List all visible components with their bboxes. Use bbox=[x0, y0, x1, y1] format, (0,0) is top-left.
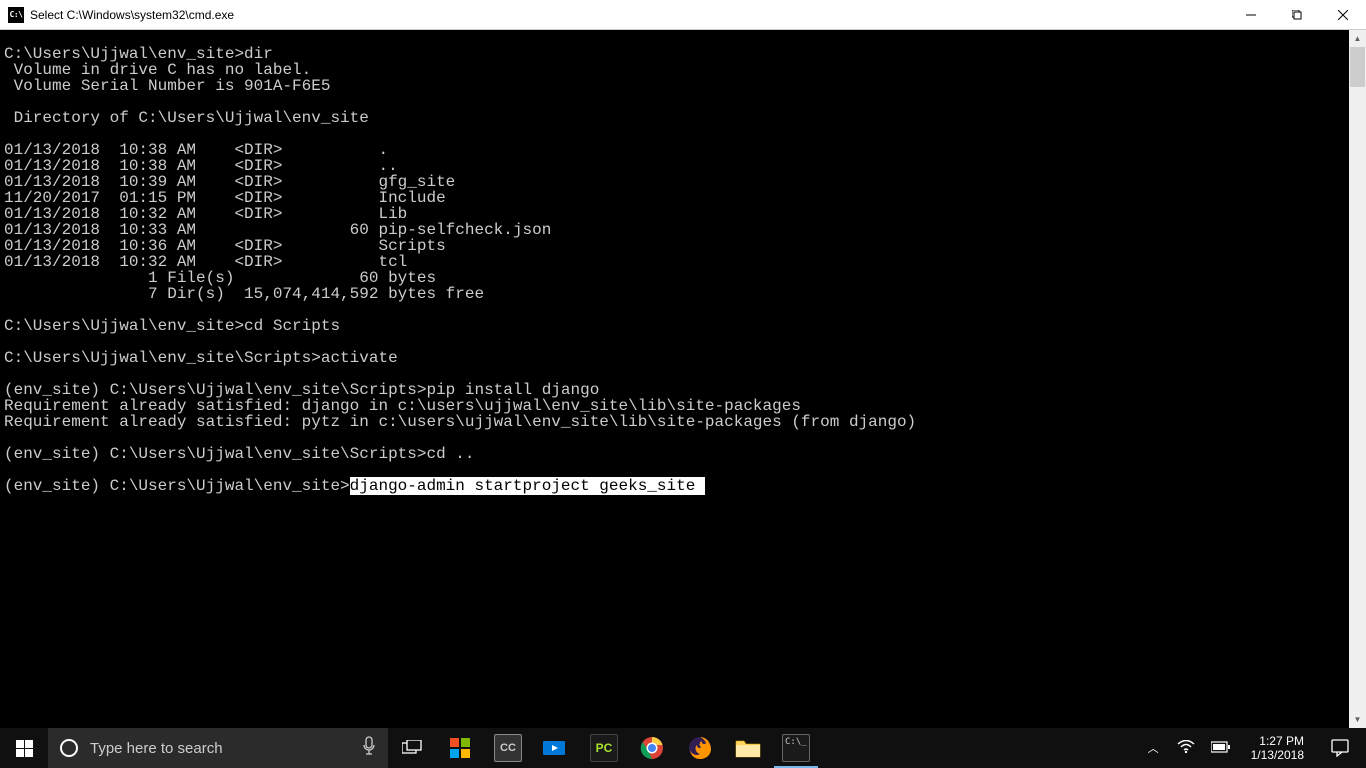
taskbar-app-movies[interactable] bbox=[532, 728, 580, 768]
notification-icon bbox=[1331, 739, 1349, 757]
tray-overflow-button[interactable]: ︿ bbox=[1142, 740, 1165, 756]
output-line: C:\Users\Ujjwal\env_site>cd Scripts bbox=[4, 317, 340, 335]
folder-icon bbox=[734, 734, 762, 762]
taskbar: Type here to search CC PC C:\_ ︿ bbox=[0, 728, 1366, 768]
taskbar-app-explorer[interactable] bbox=[724, 728, 772, 768]
cmd-icon: C:\ bbox=[8, 7, 24, 23]
task-icons: CC PC C:\_ bbox=[436, 728, 820, 768]
search-box[interactable]: Type here to search bbox=[48, 728, 388, 768]
cmd-app-icon: C:\_ bbox=[782, 734, 810, 762]
clock-time: 1:27 PM bbox=[1251, 734, 1304, 748]
scroll-thumb[interactable] bbox=[1350, 47, 1365, 87]
scroll-up-icon[interactable]: ▲ bbox=[1349, 30, 1366, 47]
output-line: 7 Dir(s) 15,074,414,592 bytes free bbox=[4, 285, 484, 303]
terminal-body: C:\Users\Ujjwal\env_site>dir Volume in d… bbox=[0, 30, 1366, 728]
cc-icon: CC bbox=[494, 734, 522, 762]
wifi-icon[interactable] bbox=[1173, 740, 1199, 757]
movies-icon bbox=[542, 734, 570, 762]
office-icon bbox=[446, 734, 474, 762]
maximize-button[interactable] bbox=[1274, 0, 1320, 29]
taskbar-app-captions[interactable]: CC bbox=[484, 728, 532, 768]
minimize-button[interactable] bbox=[1228, 0, 1274, 29]
firefox-icon bbox=[686, 734, 714, 762]
output-line: C:\Users\Ujjwal\env_site\Scripts>activat… bbox=[4, 349, 398, 367]
taskbar-app-cmd[interactable]: C:\_ bbox=[772, 728, 820, 768]
selected-command[interactable]: django-admin startproject geeks_site bbox=[350, 477, 705, 495]
output-line: Requirement already satisfied: pytz in c… bbox=[4, 413, 916, 431]
microphone-icon[interactable] bbox=[362, 736, 376, 761]
battery-icon[interactable] bbox=[1207, 740, 1235, 756]
titlebar[interactable]: C:\ Select C:\Windows\system32\cmd.exe bbox=[0, 0, 1366, 30]
taskbar-app-office[interactable] bbox=[436, 728, 484, 768]
terminal-content[interactable]: C:\Users\Ujjwal\env_site>dir Volume in d… bbox=[0, 30, 1349, 728]
window-title: Select C:\Windows\system32\cmd.exe bbox=[30, 8, 1228, 22]
close-button[interactable] bbox=[1320, 0, 1366, 29]
clock-date: 1/13/2018 bbox=[1251, 748, 1304, 762]
output-line: Volume Serial Number is 901A-F6E5 bbox=[4, 77, 330, 95]
action-center-button[interactable] bbox=[1320, 739, 1360, 757]
pycharm-icon: PC bbox=[590, 734, 618, 762]
prompt: (env_site) C:\Users\Ujjwal\env_site> bbox=[4, 477, 350, 495]
cmd-window: C:\ Select C:\Windows\system32\cmd.exe C… bbox=[0, 0, 1366, 728]
output-line: Directory of C:\Users\Ujjwal\env_site bbox=[4, 109, 369, 127]
taskbar-app-pycharm[interactable]: PC bbox=[580, 728, 628, 768]
output-line: (env_site) C:\Users\Ujjwal\env_site\Scri… bbox=[4, 445, 474, 463]
clock[interactable]: 1:27 PM 1/13/2018 bbox=[1243, 734, 1312, 762]
chrome-icon bbox=[638, 734, 666, 762]
taskbar-app-chrome[interactable] bbox=[628, 728, 676, 768]
scroll-down-icon[interactable]: ▼ bbox=[1349, 711, 1366, 728]
start-button[interactable] bbox=[0, 728, 48, 768]
system-tray: ︿ 1:27 PM 1/13/2018 bbox=[1136, 728, 1366, 768]
task-view-button[interactable] bbox=[388, 728, 436, 768]
search-placeholder: Type here to search bbox=[90, 740, 350, 757]
window-controls bbox=[1228, 0, 1366, 29]
taskbar-app-firefox[interactable] bbox=[676, 728, 724, 768]
vertical-scrollbar[interactable]: ▲ ▼ bbox=[1349, 30, 1366, 728]
windows-logo-icon bbox=[16, 740, 33, 757]
cortana-icon bbox=[60, 739, 78, 757]
task-view-icon bbox=[402, 740, 422, 756]
